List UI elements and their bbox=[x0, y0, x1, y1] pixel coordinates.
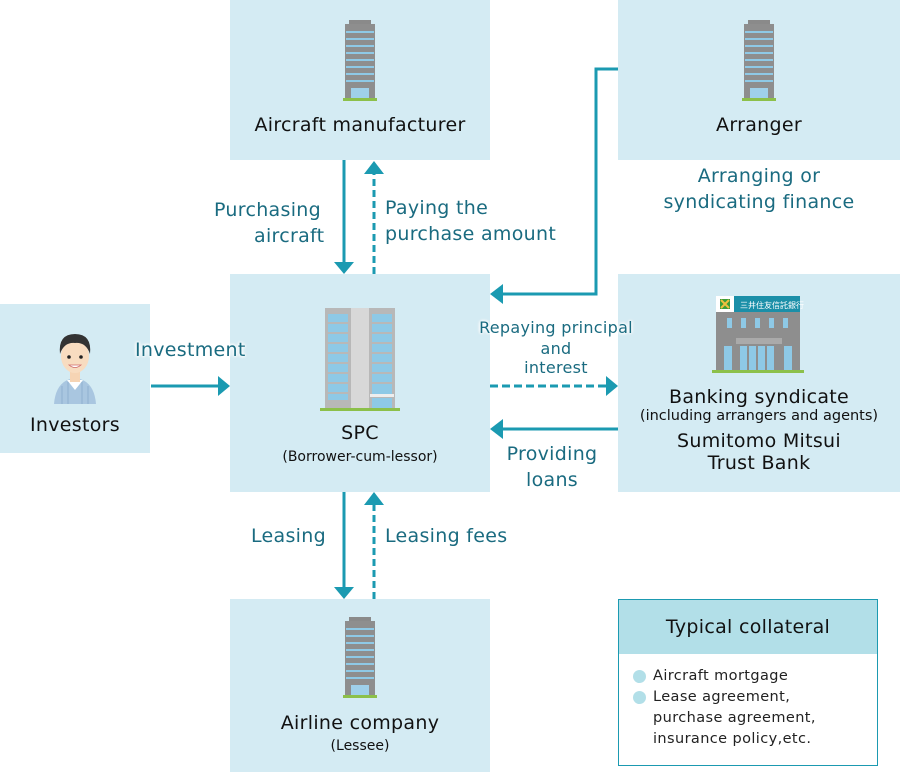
bullet-dot-icon bbox=[633, 691, 646, 704]
arranging-label-line1: Arranging or bbox=[697, 165, 821, 187]
purchasing-label-line2: aircraft bbox=[254, 225, 325, 247]
collateral-item-text: Aircraft mortgage bbox=[653, 668, 789, 684]
investment-label: Investment bbox=[135, 339, 246, 361]
paying-label-line2: purchase amount bbox=[385, 223, 557, 245]
arranging-label-line2: syndicating finance bbox=[663, 191, 855, 213]
paying-arrow bbox=[364, 161, 384, 274]
leasing-fees-label: Leasing fees bbox=[385, 525, 508, 547]
purchasing-label-line1: Purchasing bbox=[214, 199, 321, 221]
purchasing-arrow bbox=[334, 160, 354, 274]
providing-label-line2: loans bbox=[526, 469, 578, 491]
arranging-arrow bbox=[490, 67, 618, 304]
collateral-item: Aircraft mortgage bbox=[633, 666, 877, 687]
leasing-label: Leasing bbox=[251, 525, 326, 547]
bullet-dot-icon bbox=[633, 670, 646, 683]
repaying-label-line2: and bbox=[540, 339, 572, 358]
collateral-item: Lease agreement, purchase agreement, ins… bbox=[633, 687, 877, 750]
leasing-fees-arrow bbox=[364, 492, 384, 599]
collateral-title: Typical collateral bbox=[619, 600, 877, 654]
collateral-item-text: purchase agreement, bbox=[653, 710, 816, 726]
repaying-label-line3: interest bbox=[524, 358, 588, 377]
collateral-item-text: Lease agreement, bbox=[653, 689, 791, 705]
leasing-arrow bbox=[334, 492, 354, 599]
collateral-item-text: insurance policy,etc. bbox=[653, 731, 812, 747]
typical-collateral-panel: Typical collateral Aircraft mortgage Lea… bbox=[618, 599, 878, 766]
repaying-arrow bbox=[490, 376, 618, 396]
providing-label-line1: Providing bbox=[506, 443, 598, 465]
investment-arrow bbox=[151, 376, 230, 396]
collateral-list: Aircraft mortgage Lease agreement, purch… bbox=[619, 654, 877, 750]
paying-label-line1: Paying the bbox=[385, 197, 489, 219]
repaying-label-line1: Repaying principal bbox=[479, 318, 633, 337]
providing-arrow bbox=[490, 419, 618, 439]
